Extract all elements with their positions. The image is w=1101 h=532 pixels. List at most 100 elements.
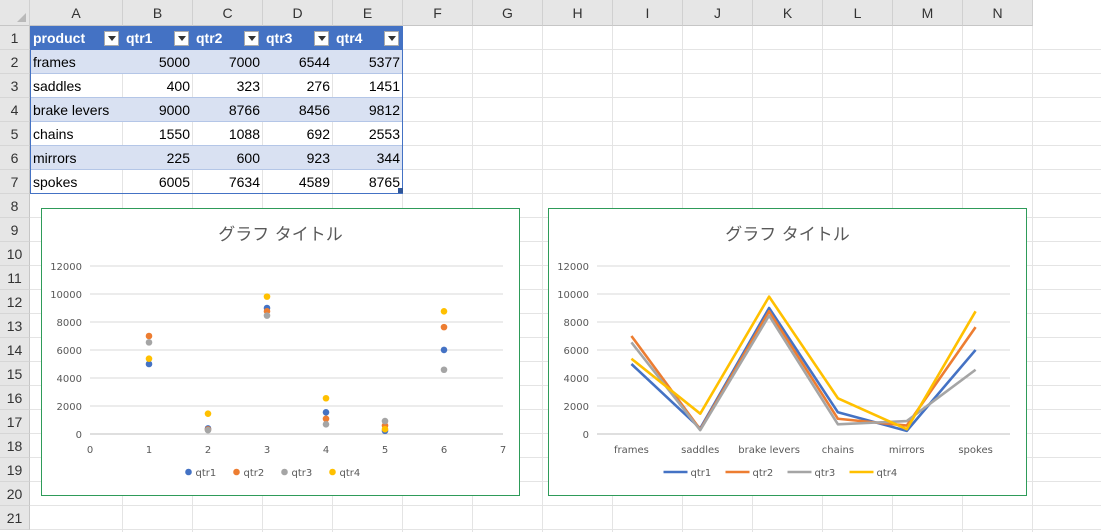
- column-header-d[interactable]: D: [263, 0, 333, 26]
- row-header-7[interactable]: 7: [0, 170, 30, 194]
- data-point-qtr3[interactable]: [263, 312, 271, 319]
- data-point-qtr1[interactable]: [440, 346, 448, 354]
- row-header-9[interactable]: 9: [0, 218, 30, 242]
- table-cell[interactable]: 5000: [123, 50, 193, 74]
- row-header-10[interactable]: 10: [0, 242, 30, 266]
- row-header-14[interactable]: 14: [0, 338, 30, 362]
- legend-label: qtr2: [244, 468, 265, 479]
- data-point-qtr1[interactable]: [322, 409, 330, 416]
- line-chart[interactable]: グラフ タイトル 0 2000 4000 6000 8000 10000 12000 frame…: [548, 208, 1027, 496]
- data-point-qtr4[interactable]: [263, 293, 271, 300]
- legend-marker-qtr1: [185, 468, 192, 476]
- y-tick-label: 2000: [564, 402, 589, 413]
- row-header-11[interactable]: 11: [0, 266, 30, 290]
- data-point-qtr4[interactable]: [145, 355, 153, 363]
- table-cell[interactable]: 323: [193, 74, 263, 98]
- table-cell[interactable]: 9812: [333, 98, 403, 122]
- row-header-6[interactable]: 6: [0, 146, 30, 170]
- row-header-17[interactable]: 17: [0, 410, 30, 434]
- row-header-3[interactable]: 3: [0, 74, 30, 98]
- column-header-n[interactable]: N: [963, 0, 1033, 26]
- y-tick-label: 4000: [57, 374, 82, 385]
- select-all-corner[interactable]: [0, 0, 30, 26]
- row-header-19[interactable]: 19: [0, 458, 30, 482]
- column-header-h[interactable]: H: [543, 0, 613, 26]
- table-cell[interactable]: mirrors: [30, 146, 123, 170]
- table-cell[interactable]: 6005: [123, 170, 193, 194]
- row-header-16[interactable]: 16: [0, 386, 30, 410]
- data-point-qtr4[interactable]: [204, 410, 212, 417]
- filter-dropdown-icon[interactable]: [174, 31, 189, 46]
- row-header-20[interactable]: 20: [0, 482, 30, 506]
- filter-dropdown-icon[interactable]: [244, 31, 259, 46]
- table-cell[interactable]: 1451: [333, 74, 403, 98]
- table-cell[interactable]: brake levers: [30, 98, 123, 122]
- table-resize-handle[interactable]: [398, 188, 403, 193]
- table-cell[interactable]: 692: [263, 122, 333, 146]
- column-header-b[interactable]: B: [123, 0, 193, 26]
- data-point-qtr4[interactable]: [381, 425, 389, 433]
- table-cell[interactable]: 9000: [123, 98, 193, 122]
- table-cell[interactable]: 923: [263, 146, 333, 170]
- row-header-8[interactable]: 8: [0, 194, 30, 218]
- table-cell[interactable]: 7634: [193, 170, 263, 194]
- x-tick-label: 0: [87, 445, 93, 456]
- filter-dropdown-icon[interactable]: [314, 31, 329, 46]
- table-cell[interactable]: 600: [193, 146, 263, 170]
- data-point-qtr2[interactable]: [440, 323, 448, 331]
- table-cell[interactable]: spokes: [30, 170, 123, 194]
- data-point-qtr3[interactable]: [204, 426, 212, 434]
- table-cell[interactable]: 1088: [193, 122, 263, 146]
- column-header-k[interactable]: K: [753, 0, 823, 26]
- table-cell[interactable]: 8766: [193, 98, 263, 122]
- table-cell[interactable]: 276: [263, 74, 333, 98]
- column-header-i[interactable]: I: [613, 0, 683, 26]
- row-header-12[interactable]: 12: [0, 290, 30, 314]
- data-point-qtr2[interactable]: [145, 332, 153, 340]
- chart-svg: グラフ タイトル 0 2000 4000 6000 8000 10000 12000 0 1 2 3 4…: [50, 225, 506, 479]
- table-cell[interactable]: 6544: [263, 50, 333, 74]
- row-header-2[interactable]: 2: [0, 50, 30, 74]
- column-header-j[interactable]: J: [683, 0, 753, 26]
- y-tick-label: 0: [583, 430, 589, 441]
- table-cell[interactable]: 4589: [263, 170, 333, 194]
- row-header-21[interactable]: 21: [0, 506, 30, 530]
- column-header-g[interactable]: G: [473, 0, 543, 26]
- table-cell[interactable]: 344: [333, 146, 403, 170]
- column-header-c[interactable]: C: [193, 0, 263, 26]
- table-cell[interactable]: 8765: [333, 170, 403, 194]
- table-cell[interactable]: 225: [123, 146, 193, 170]
- data-point-qtr3[interactable]: [440, 366, 448, 374]
- column-header-a[interactable]: A: [30, 0, 123, 26]
- table-cell[interactable]: chains: [30, 122, 123, 146]
- table-cell[interactable]: 2553: [333, 122, 403, 146]
- row-header-15[interactable]: 15: [0, 362, 30, 386]
- table-cell[interactable]: 400: [123, 74, 193, 98]
- data-point-qtr3[interactable]: [381, 417, 389, 425]
- table-cell[interactable]: 8456: [263, 98, 333, 122]
- column-header-m[interactable]: M: [893, 0, 963, 26]
- data-point-qtr4[interactable]: [322, 394, 330, 402]
- table-cell[interactable]: frames: [30, 50, 123, 74]
- filter-dropdown-icon[interactable]: [104, 31, 119, 46]
- row-header-1[interactable]: 1: [0, 26, 30, 50]
- legend-label: qtr4: [877, 468, 898, 479]
- row-header-5[interactable]: 5: [0, 122, 30, 146]
- column-header-e[interactable]: E: [333, 0, 403, 26]
- data-point-qtr3[interactable]: [322, 421, 330, 428]
- table-cell[interactable]: 7000: [193, 50, 263, 74]
- column-header-f[interactable]: F: [403, 0, 473, 26]
- scatter-chart[interactable]: グラフ タイトル 0 2000 4000 6000 8000 10000 12000 0 1 2 3 4…: [41, 208, 520, 496]
- row-header-4[interactable]: 4: [0, 98, 30, 122]
- table-cell[interactable]: 5377: [333, 50, 403, 74]
- table-cell[interactable]: saddles: [30, 74, 123, 98]
- table-cell[interactable]: 1550: [123, 122, 193, 146]
- y-tick-label: 10000: [50, 290, 82, 301]
- data-point-qtr3[interactable]: [145, 339, 153, 346]
- row-header-13[interactable]: 13: [0, 314, 30, 338]
- column-header-l[interactable]: L: [823, 0, 893, 26]
- filter-dropdown-icon[interactable]: [384, 31, 399, 46]
- x-category-label: chains: [822, 445, 854, 456]
- row-header-18[interactable]: 18: [0, 434, 30, 458]
- data-point-qtr4[interactable]: [440, 307, 448, 315]
